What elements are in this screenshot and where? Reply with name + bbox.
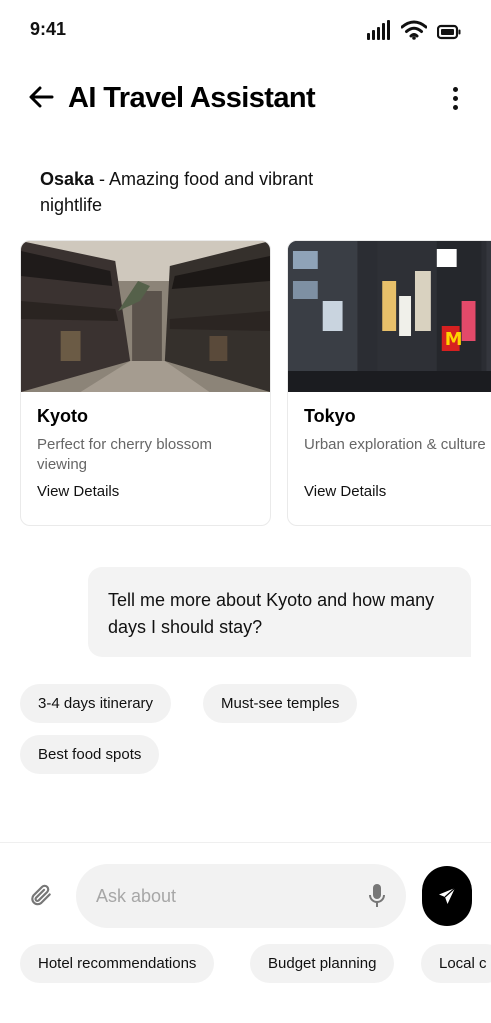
suggestion-chip[interactable]: 3-4 days itinerary: [20, 684, 172, 723]
arrow-left-icon: [29, 86, 54, 108]
divider: [0, 842, 491, 843]
app-header: AI Travel Assistant: [0, 78, 491, 118]
signal-icon: [367, 20, 391, 45]
message-input-container: [76, 864, 406, 928]
user-message-bubble: Tell me more about Kyoto and how many da…: [88, 567, 471, 657]
more-dot-icon: [452, 86, 458, 92]
card-title: Kyoto: [37, 406, 88, 426]
kyoto-street-image: [21, 241, 270, 392]
tokyo-street-image: M: [288, 241, 491, 392]
suggestion-chip[interactable]: Best food spots: [20, 735, 160, 774]
more-options-button[interactable]: [441, 83, 469, 113]
quick-chip[interactable]: Budget planning: [250, 944, 395, 983]
attach-button[interactable]: [26, 880, 56, 910]
voice-input-button[interactable]: [366, 882, 388, 910]
intro-city: Osaka: [40, 169, 95, 189]
send-button[interactable]: [422, 866, 472, 926]
wifi-icon: [400, 20, 428, 45]
quick-chip[interactable]: Local c: [421, 944, 491, 983]
send-icon: [439, 887, 456, 904]
destination-card-tokyo[interactable]: M Tokyo Urban exploration & culture View…: [287, 240, 491, 526]
status-time: 9:41: [30, 19, 67, 39]
more-dot-icon: [452, 95, 458, 101]
microphone-icon: [369, 884, 385, 907]
page-title: AI Travel Assistant: [68, 82, 316, 114]
card-description: Urban exploration & culture: [304, 436, 486, 453]
quick-reply-chips[interactable]: Hotel recommendations Budget planning Lo…: [20, 944, 491, 984]
card-title: Tokyo: [304, 406, 356, 426]
card-description: Perfect for cherry blossom viewing: [37, 436, 213, 473]
quick-chip[interactable]: Hotel recommendations: [20, 944, 215, 983]
suggestion-chip[interactable]: Must-see temples: [203, 684, 358, 723]
paperclip-icon: [31, 884, 51, 906]
more-dot-icon: [452, 104, 458, 110]
destination-carousel[interactable]: Kyoto Perfect for cherry blossom viewing…: [20, 240, 491, 526]
status-bar: 9:41: [0, 0, 491, 60]
back-button[interactable]: [26, 82, 56, 112]
message-input[interactable]: [96, 864, 356, 928]
view-details-link[interactable]: View Details: [37, 483, 119, 500]
destination-card-kyoto[interactable]: Kyoto Perfect for cherry blossom viewing…: [20, 240, 271, 526]
svg-text:M: M: [445, 329, 463, 350]
view-details-link[interactable]: View Details: [304, 483, 386, 500]
status-icons: [367, 20, 461, 45]
battery-icon: [436, 24, 461, 45]
assistant-message: Osaka - Amazing food and vibrant nightli…: [40, 166, 380, 218]
